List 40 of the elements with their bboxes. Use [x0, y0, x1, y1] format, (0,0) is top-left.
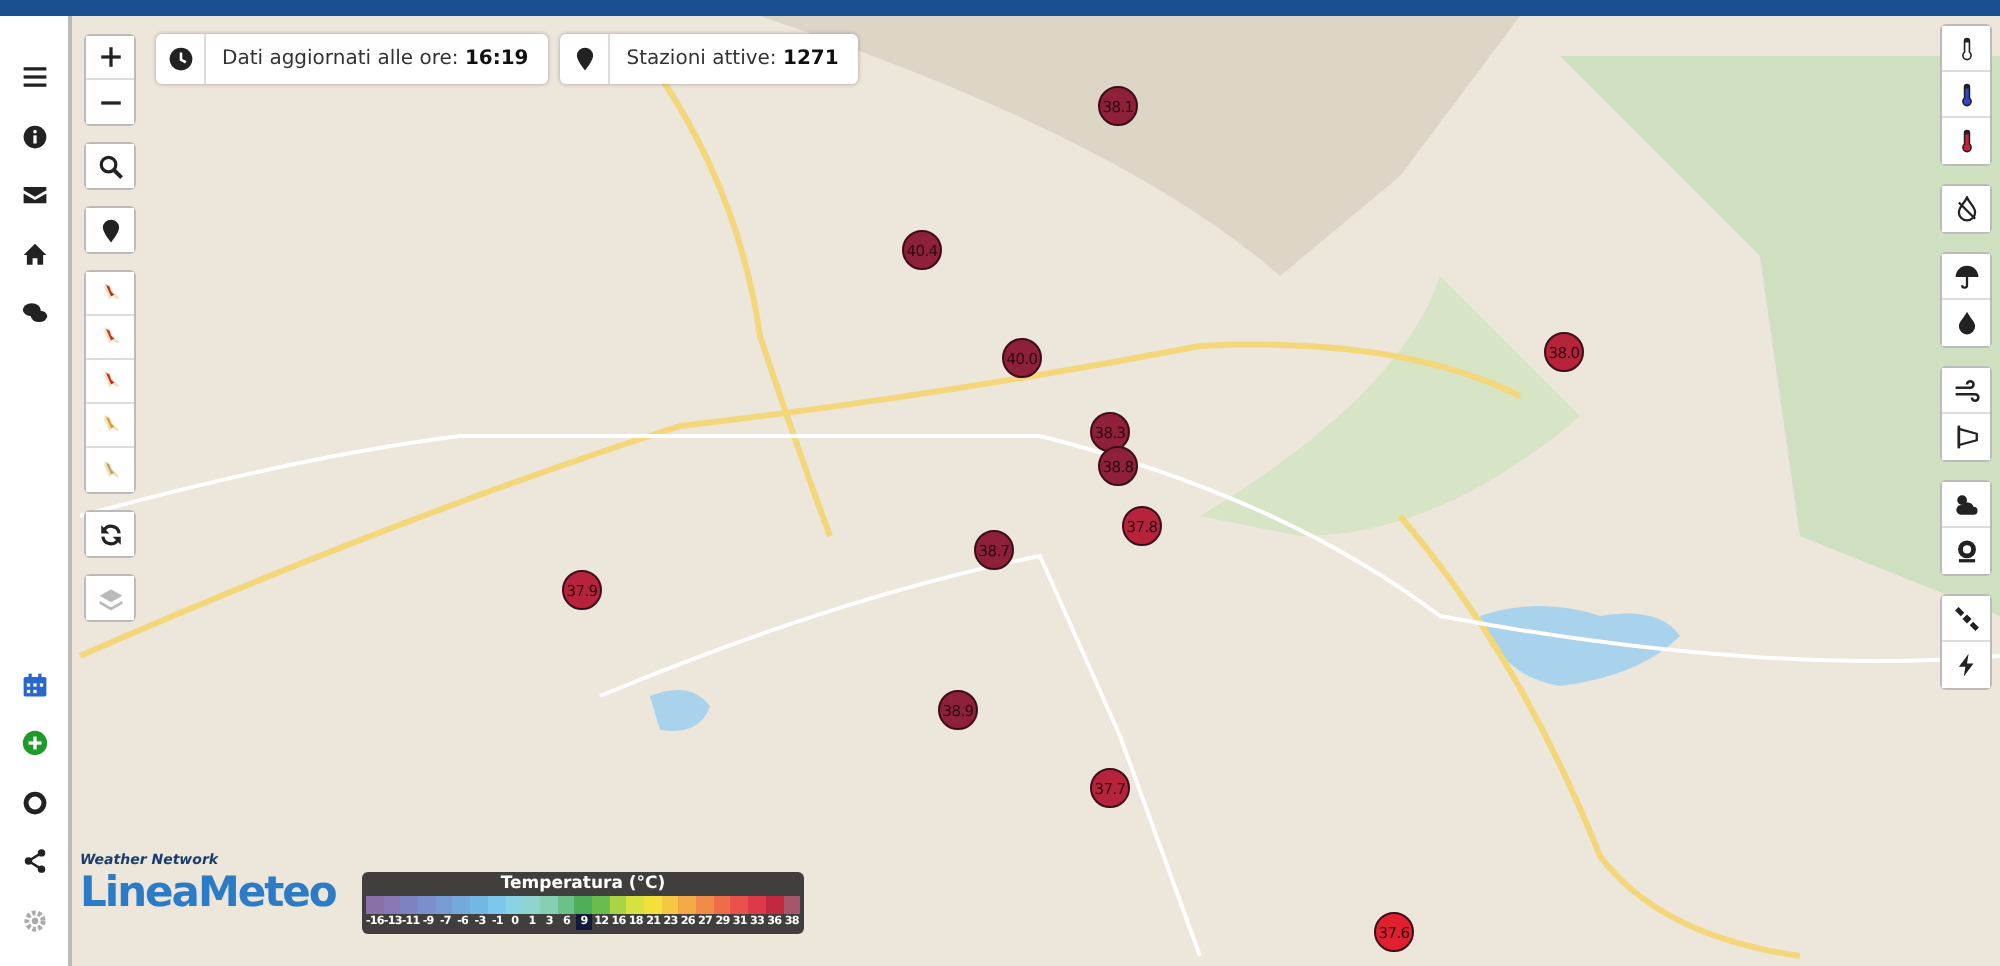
lake: [650, 689, 710, 731]
drop-icon: [1953, 310, 1979, 336]
layers-icon: [97, 585, 123, 611]
weather-button[interactable]: [1942, 482, 1990, 528]
refresh-icon: [97, 521, 123, 547]
logo-text: LineaMeteo: [80, 868, 336, 916]
webcam-icon: [1953, 538, 1979, 564]
cloud-sun-icon: [1953, 491, 1979, 517]
clock-icon: [167, 46, 193, 72]
info-icon: [21, 123, 47, 150]
chat-icon: [21, 300, 47, 327]
rain-button[interactable]: [1942, 254, 1990, 300]
map-pin-icon: [571, 46, 598, 72]
active-stations-text: Stazioni attive: 1271: [624, 48, 841, 70]
refresh-button[interactable]: [86, 512, 134, 556]
search-button[interactable]: [86, 144, 134, 188]
temperature-button[interactable]: [1942, 26, 1990, 72]
share-icon: [21, 848, 47, 875]
umbrella-icon: [1953, 263, 1979, 289]
plus-circle-icon: [21, 730, 47, 757]
settings-icon: [21, 907, 47, 934]
life-ring-icon: [21, 789, 47, 816]
menu-icon: [21, 64, 47, 91]
drop-icon: [1953, 196, 1979, 222]
lightning-icon: [1953, 652, 1979, 678]
satellite-button[interactable]: [1942, 596, 1990, 642]
search-icon: [97, 153, 123, 179]
map-pin-icon: [97, 217, 123, 243]
zoom-in-icon: [97, 44, 123, 70]
legend-title: Temperatura (°C): [500, 874, 666, 896]
wind-icon: [1953, 377, 1979, 403]
zoom-in-button[interactable]: [86, 36, 134, 80]
location-button[interactable]: [86, 208, 134, 252]
wind-button[interactable]: [1942, 368, 1990, 414]
humidity-button[interactable]: [1942, 186, 1990, 232]
envelope-icon: [21, 182, 47, 209]
windsock-icon: [1953, 424, 1979, 450]
update-time-text: Dati aggiornati alle ore: 16:19: [220, 48, 531, 70]
home-icon: [21, 241, 47, 268]
calendar-icon: [21, 671, 47, 698]
